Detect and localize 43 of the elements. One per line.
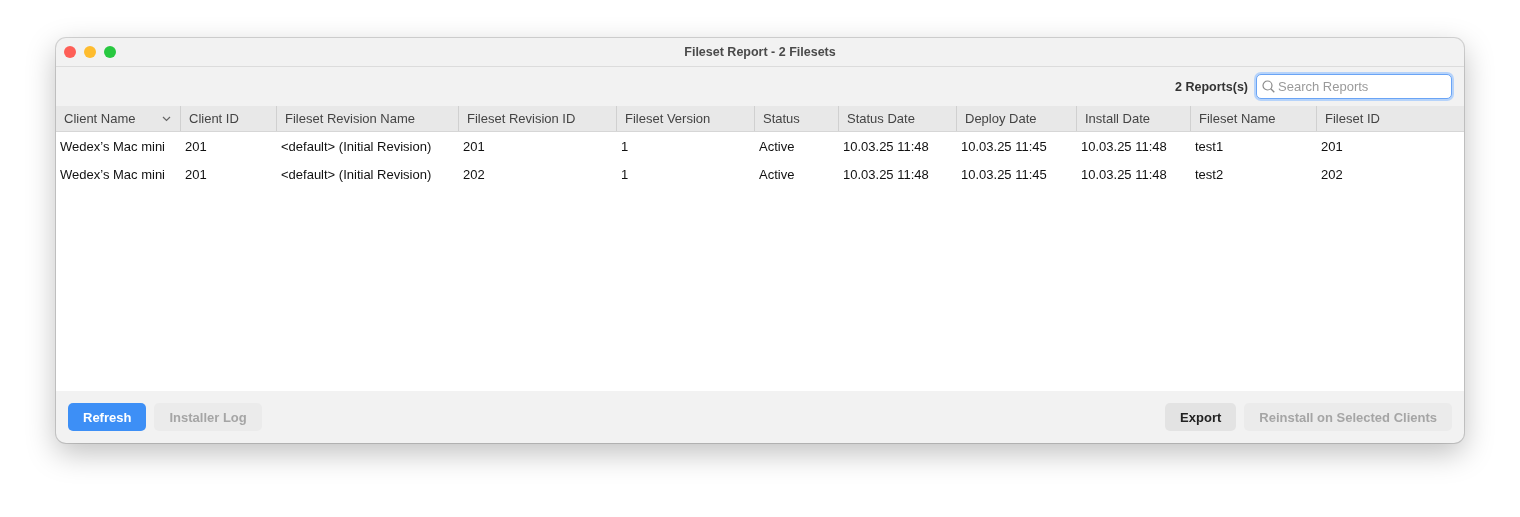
report-count: 2 Reports(s) (1175, 79, 1248, 94)
table-cell-text: Active (758, 138, 796, 154)
column-header[interactable]: Install Date (1077, 106, 1191, 131)
column-header[interactable]: Client Name (56, 106, 181, 131)
column-header[interactable]: Status Date (839, 106, 957, 131)
table-cell-text: 10.03.25 11:48 (1080, 138, 1168, 154)
zoom-button[interactable] (104, 46, 116, 58)
table-cell-text: 201 (184, 138, 208, 154)
minimize-button[interactable] (84, 46, 96, 58)
table-cell-text: 1 (620, 138, 630, 154)
table-cell-text: 10.03.25 11:48 (842, 138, 930, 154)
search-icon (1262, 80, 1275, 93)
table-cell-text: 201 (184, 166, 208, 182)
chevron-icon (162, 115, 171, 122)
window-title: Fileset Report - 2 Filesets (683, 45, 837, 59)
table-cell-text: 10.03.25 11:48 (842, 166, 930, 182)
table-cell-text: 10.03.25 11:48 (1080, 166, 1168, 182)
column-header[interactable]: Fileset Version (617, 106, 755, 131)
search-field[interactable]: Search Reports (1278, 76, 1450, 97)
column-header[interactable]: Fileset Name (1191, 106, 1317, 131)
table-cell-text: <default> (Initial Revision) (280, 166, 433, 182)
column-header[interactable]: Fileset ID (1317, 106, 1464, 131)
table-cell-text: 202 (462, 166, 486, 182)
table-cell-text: 10.03.25 11:45 (960, 138, 1048, 154)
column-header[interactable]: Client ID (181, 106, 277, 131)
table-cell-text: test2 (1194, 166, 1225, 182)
table-cell-text: 201 (1320, 138, 1344, 154)
close-button[interactable] (64, 46, 76, 58)
column-header[interactable]: Fileset Revision ID (459, 106, 617, 131)
table-cell-text: 202 (1320, 166, 1344, 182)
footer-button[interactable]: Export (1165, 403, 1237, 431)
table-cell-text: 1 (620, 166, 630, 182)
table-cell-text: Active (758, 166, 796, 182)
table-cell-text: Wedex’s Mac mini (59, 166, 166, 182)
table-cell-text: Wedex’s Mac mini (59, 138, 166, 154)
table-cell-text: 10.03.25 11:45 (960, 166, 1048, 182)
table-cell-text: test1 (1194, 138, 1225, 154)
search-box[interactable]: Search Reports (1256, 74, 1452, 99)
table-cell-text: <default> (Initial Revision) (280, 138, 433, 154)
table-cell-text: 201 (462, 138, 486, 154)
column-header[interactable]: Deploy Date (957, 106, 1077, 131)
column-header[interactable]: Status (755, 106, 839, 131)
column-header[interactable]: Fileset Revision Name (277, 106, 459, 131)
